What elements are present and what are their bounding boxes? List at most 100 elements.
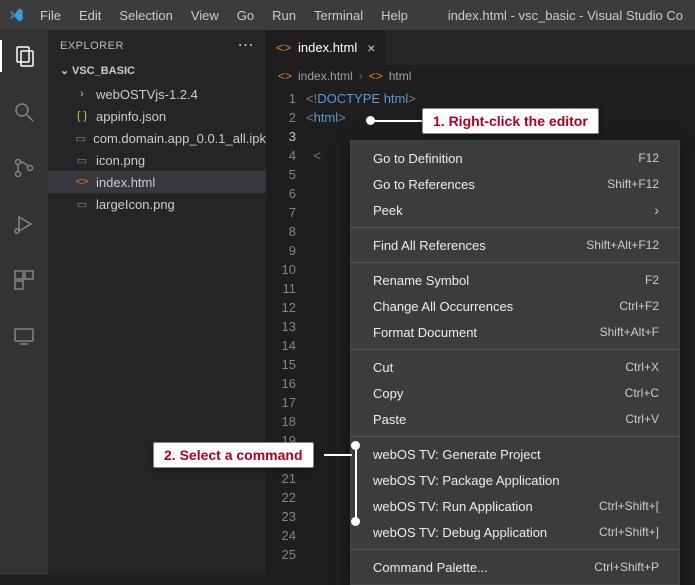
breadcrumb[interactable]: <> index.html › <> html bbox=[266, 65, 695, 87]
braces-icon: { } bbox=[74, 108, 90, 124]
menu-help[interactable]: Help bbox=[373, 4, 416, 27]
activity-explorer[interactable] bbox=[0, 40, 48, 72]
tree-item-label: largeIcon.png bbox=[96, 197, 175, 212]
keyboard-shortcut: Ctrl+Shift+] bbox=[599, 525, 659, 539]
context-menu-item[interactable]: Peek› bbox=[351, 197, 679, 223]
menu-terminal[interactable]: Terminal bbox=[306, 4, 371, 27]
keyboard-shortcut: Ctrl+V bbox=[625, 412, 659, 426]
line-number: 3 bbox=[266, 127, 296, 146]
package-icon: ▭ bbox=[74, 130, 87, 146]
context-menu-item[interactable]: webOS TV: Debug Application Ctrl+Shift+] bbox=[351, 519, 679, 545]
line-number: 18 bbox=[266, 412, 296, 431]
menu-edit[interactable]: Edit bbox=[71, 4, 109, 27]
editor-tabs: <> index.html × bbox=[266, 30, 695, 65]
line-number: 4 bbox=[266, 146, 296, 165]
menu-item-label: Find All References bbox=[373, 238, 486, 253]
keyboard-shortcut: Ctrl+Shift+[ bbox=[599, 499, 659, 513]
activity-search[interactable] bbox=[0, 96, 48, 128]
menu-item-label: Paste bbox=[373, 412, 406, 427]
explorer-title: EXPLORER bbox=[60, 40, 124, 52]
annotation-callout-1: 1. Right-click the editor bbox=[422, 108, 599, 134]
menu-item-label: Command Palette... bbox=[373, 560, 488, 575]
menu-item-label: Change All Occurrences bbox=[373, 299, 513, 314]
context-menu-item[interactable]: Go to ReferencesShift+F12 bbox=[351, 171, 679, 197]
line-number: 2 bbox=[266, 108, 296, 127]
line-number: 6 bbox=[266, 184, 296, 203]
menu-go[interactable]: Go bbox=[229, 4, 262, 27]
menu-item-label: Rename Symbol bbox=[373, 273, 469, 288]
html-icon: <> bbox=[278, 69, 292, 83]
activity-run-debug[interactable] bbox=[0, 208, 48, 240]
keyboard-shortcut: Ctrl+F2 bbox=[619, 299, 659, 313]
keyboard-shortcut: F2 bbox=[645, 273, 659, 287]
tree-item[interactable]: ▭ largeIcon.png bbox=[48, 193, 266, 215]
file-tree: ›webOSTVjs-1.2.4{ }appinfo.json▭com.doma… bbox=[48, 81, 266, 217]
menu-item-label: Copy bbox=[373, 386, 403, 401]
menu-item-label: webOS TV: Package Application bbox=[373, 473, 559, 488]
context-menu-item[interactable]: webOS TV: Package Application bbox=[351, 467, 679, 493]
line-number-gutter: 1234567891011121314151617181920212223242… bbox=[266, 87, 306, 575]
context-menu-item[interactable]: Rename Symbol F2 bbox=[351, 267, 679, 293]
image-icon: ▭ bbox=[74, 196, 90, 212]
line-number: 8 bbox=[266, 222, 296, 241]
tree-item-label: index.html bbox=[96, 175, 155, 190]
line-number: 13 bbox=[266, 317, 296, 336]
menu-item-label: Go to References bbox=[373, 177, 475, 192]
context-menu-item[interactable]: webOS TV: Run ApplicationCtrl+Shift+[ bbox=[351, 493, 679, 519]
tree-item-label: com.domain.app_0.0.1_all.ipk bbox=[93, 131, 266, 146]
context-menu-item[interactable]: webOS TV: Generate Project bbox=[351, 441, 679, 467]
line-number: 12 bbox=[266, 298, 296, 317]
image-icon: ▭ bbox=[74, 152, 90, 168]
menu-item-label: Go to Definition bbox=[373, 151, 463, 166]
line-number: 15 bbox=[266, 355, 296, 374]
menu-run[interactable]: Run bbox=[264, 4, 304, 27]
line-number: 10 bbox=[266, 260, 296, 279]
line-number: 5 bbox=[266, 165, 296, 184]
tree-item[interactable]: { } appinfo.json bbox=[48, 105, 266, 127]
title-bar: FileEditSelectionViewGoRunTerminalHelp i… bbox=[0, 0, 695, 30]
context-menu-item[interactable]: CutCtrl+X bbox=[351, 354, 679, 380]
activity-extensions[interactable] bbox=[0, 264, 48, 296]
activity-source-control[interactable] bbox=[0, 152, 48, 184]
tree-item[interactable]: ▭ icon.png bbox=[48, 149, 266, 171]
tree-item-label: appinfo.json bbox=[96, 109, 166, 124]
tree-item[interactable]: ▭ com.domain.app_0.0.1_all.ipk bbox=[48, 127, 266, 149]
html-icon: <> bbox=[74, 174, 90, 190]
context-menu-item[interactable]: Find All ReferencesShift+Alt+F12 bbox=[351, 232, 679, 258]
close-icon[interactable]: × bbox=[367, 40, 375, 56]
menu-separator bbox=[351, 549, 679, 550]
tree-item[interactable]: <> index.html bbox=[48, 171, 266, 193]
line-number: 11 bbox=[266, 279, 296, 298]
context-menu-item[interactable]: Paste Ctrl+V bbox=[351, 406, 679, 432]
line-number: 24 bbox=[266, 526, 296, 545]
context-menu-item[interactable]: Go to DefinitionF12 bbox=[351, 145, 679, 171]
menu-item-label: webOS TV: Debug Application bbox=[373, 525, 547, 540]
workspace-section[interactable]: ⌄ VSC_BASIC bbox=[48, 60, 266, 81]
menu-item-label: Format Document bbox=[373, 325, 477, 340]
menu-selection[interactable]: Selection bbox=[111, 4, 180, 27]
chevron-right-icon: › bbox=[74, 86, 90, 102]
context-menu-item[interactable]: Command Palette...Ctrl+Shift+P bbox=[351, 554, 679, 580]
line-number: 9 bbox=[266, 241, 296, 260]
line-number: 1 bbox=[266, 89, 296, 108]
context-menu-item[interactable]: Format DocumentShift+Alt+F bbox=[351, 319, 679, 345]
activity-bar bbox=[0, 30, 48, 575]
context-menu-item[interactable]: Change All Occurrences Ctrl+F2 bbox=[351, 293, 679, 319]
editor-context-menu: Go to DefinitionF12Go to ReferencesShift… bbox=[350, 140, 680, 585]
tab-index-html[interactable]: <> index.html × bbox=[266, 30, 386, 65]
chevron-right-icon: › bbox=[359, 69, 363, 83]
explorer-sidebar: EXPLORER ⋯ ⌄ VSC_BASIC ›webOSTVjs-1.2.4{… bbox=[48, 30, 266, 575]
activity-webos-tv[interactable] bbox=[0, 320, 48, 352]
line-number: 17 bbox=[266, 393, 296, 412]
tree-item-label: icon.png bbox=[96, 153, 145, 168]
menu-view[interactable]: View bbox=[183, 4, 227, 27]
tree-item[interactable]: ›webOSTVjs-1.2.4 bbox=[48, 83, 266, 105]
menu-file[interactable]: File bbox=[32, 4, 69, 27]
menu-separator bbox=[351, 262, 679, 263]
html-icon: <> bbox=[276, 40, 292, 56]
breadcrumb-node: html bbox=[389, 69, 412, 83]
keyboard-shortcut: Ctrl+C bbox=[625, 386, 659, 400]
context-menu-item[interactable]: Copy Ctrl+C bbox=[351, 380, 679, 406]
explorer-more-icon[interactable]: ⋯ bbox=[238, 40, 255, 52]
breadcrumb-file: index.html bbox=[298, 69, 353, 83]
